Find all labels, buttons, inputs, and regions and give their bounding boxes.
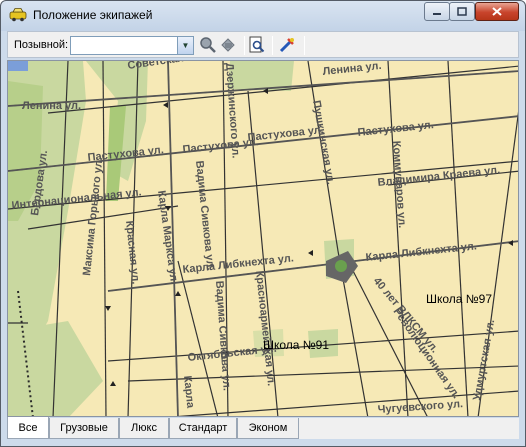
tab-all[interactable]: Все (7, 417, 49, 439)
poi-label: Школа №91 (263, 338, 329, 352)
street-label: Вадима Сивкова ул. (213, 280, 233, 391)
maximize-button[interactable] (449, 2, 475, 21)
street-label: Красная ул. (123, 220, 142, 285)
callsign-input[interactable] (71, 37, 175, 54)
street-label: Удмуртская ул. (471, 319, 497, 402)
street-label: Карла Либкнехта ул. (182, 252, 294, 276)
callsign-dropdown-button[interactable]: ▼ (177, 37, 193, 54)
settings-icon[interactable] (278, 36, 296, 54)
square-park (335, 260, 347, 272)
minimize-icon (433, 12, 441, 15)
map-canvas[interactable]: Советская Ленина ул. Ленина ул. Бердова … (8, 61, 519, 417)
street-label: Ленина ул. (22, 100, 81, 112)
title-bar[interactable]: Положение экипажей (1, 1, 525, 29)
water-area (8, 61, 28, 71)
zoom-icon[interactable] (199, 36, 217, 54)
tab-lux[interactable]: Люкс (119, 418, 169, 439)
close-button[interactable] (475, 2, 519, 21)
street-label: Вадима Сивкова ул. (193, 160, 216, 271)
chevron-down-icon: ▼ (181, 41, 190, 50)
street-label: Ленина ул. (322, 61, 382, 78)
street-label: Советская (127, 61, 185, 72)
toolbar-separator (244, 36, 245, 55)
locate-icon[interactable] (219, 36, 237, 54)
tab-economy[interactable]: Эконом (237, 418, 299, 439)
tab-freight[interactable]: Грузовые (49, 418, 119, 439)
close-icon (492, 7, 502, 16)
preview-icon[interactable] (248, 36, 266, 54)
street-label: Карла Маркса ул. (155, 190, 180, 285)
poi-label: Школа №97 (426, 292, 492, 306)
tab-standard[interactable]: Стандарт (169, 418, 237, 439)
street-label: Максима Горького ул. (81, 157, 105, 277)
toolbar-separator (272, 36, 273, 55)
window-title: Положение экипажей (33, 8, 153, 22)
maximize-icon (457, 7, 467, 16)
street-label: Карла Либкнехта ул. (365, 240, 477, 264)
minimize-button[interactable] (424, 2, 450, 21)
street-label: Революционная ул. (391, 306, 463, 401)
vehicle-class-tabs: Все Грузовые Люкс Стандарт Эконом (7, 417, 519, 439)
toolbar-separator (304, 36, 305, 55)
city-map[interactable]: Советская Ленина ул. Ленина ул. Бердова … (7, 60, 519, 417)
street-label: Пастухова ул. (357, 119, 434, 139)
callsign-label: Позывной: (14, 39, 69, 51)
street-label: Красноармейская ул. (253, 270, 277, 387)
taxi-app-icon (9, 8, 27, 22)
street-label: Карла (181, 375, 196, 409)
poi-labels: Школа №97 Школа №91 (263, 292, 492, 352)
street-label: Пушкинская ул. (310, 99, 337, 185)
vehicle-positions-window: Положение экипажей Позывной: ▼ Советская… (0, 0, 526, 447)
callsign-combobox[interactable]: ▼ (70, 36, 194, 55)
toolbar: Позывной: ▼ (7, 31, 519, 58)
